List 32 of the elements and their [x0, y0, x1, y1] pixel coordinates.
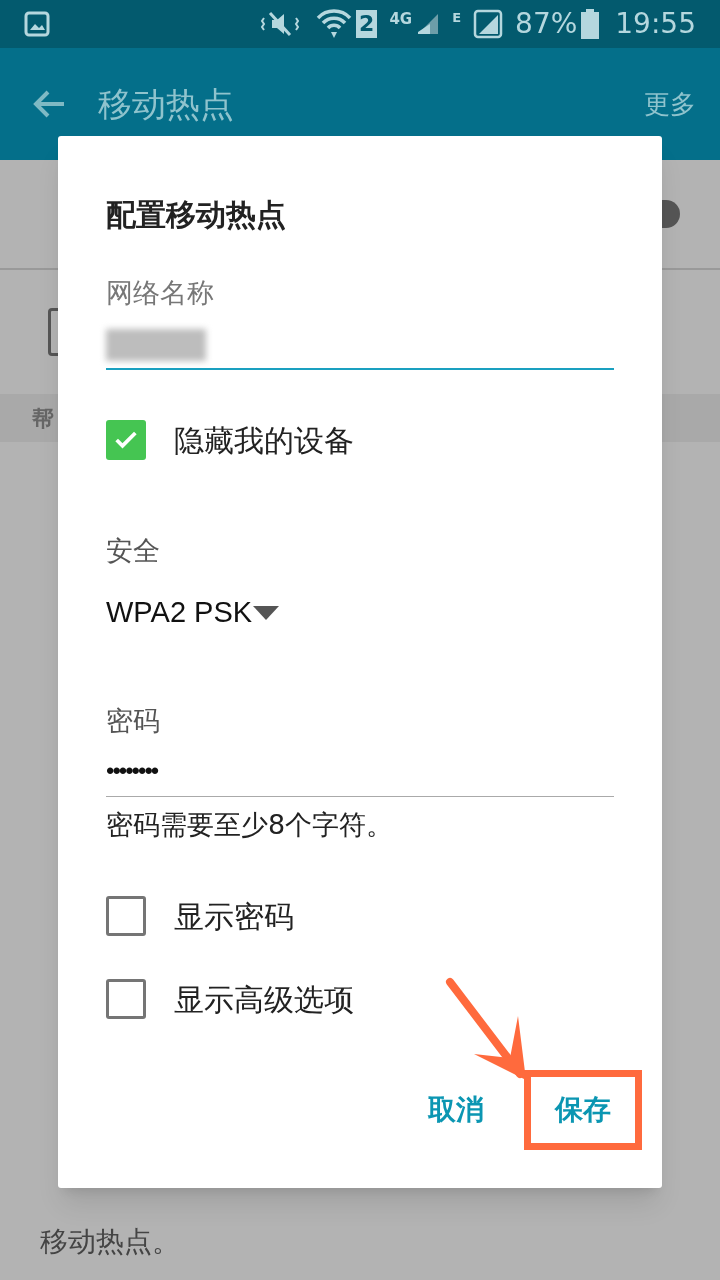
clock: 19:55 — [615, 6, 696, 42]
field-label: 安全 — [106, 533, 161, 568]
checkbox[interactable] — [106, 896, 146, 936]
field-label: 密码 — [106, 703, 161, 738]
vibrate-icon — [260, 10, 301, 38]
more-button[interactable]: 更多 — [644, 84, 696, 124]
screen-title: 移动热点 — [98, 82, 234, 126]
battery-icon — [581, 9, 600, 39]
image-icon — [24, 11, 50, 37]
battery-percent: 87% — [515, 6, 578, 42]
field-label: 网络名称 — [106, 276, 215, 310]
dialog-button[interactable]: 取消 — [420, 1077, 492, 1143]
checkbox-label: 显示密码 — [174, 897, 294, 936]
password-field[interactable]: •••••••• — [106, 745, 614, 797]
wifi-icon — [316, 8, 353, 40]
checkbox-label: 显示高级选项 — [174, 980, 354, 1019]
network-type: 4G — [389, 9, 413, 30]
sim-slot-badge: 2 — [356, 10, 378, 38]
dropdown-arrow-icon — [252, 604, 281, 621]
checkbox[interactable] — [106, 420, 146, 460]
signal-icon — [416, 12, 441, 36]
checkbox[interactable] — [106, 979, 146, 1019]
dialog-title: 配置移动热点 — [106, 196, 287, 234]
password-hint: 密码需要至少8个字符。 — [106, 808, 395, 842]
security-dropdown[interactable]: WPA2 PSK — [106, 591, 281, 635]
checkbox-label: 隐藏我的设备 — [174, 421, 354, 460]
highlighted-button[interactable]: 保存 — [524, 1070, 642, 1150]
body-text: 移动热点。 — [40, 1223, 180, 1260]
signal-icon — [473, 9, 504, 39]
data-type: E — [452, 9, 462, 27]
section-header-text: 帮 — [32, 404, 54, 433]
back-icon[interactable] — [32, 89, 66, 119]
